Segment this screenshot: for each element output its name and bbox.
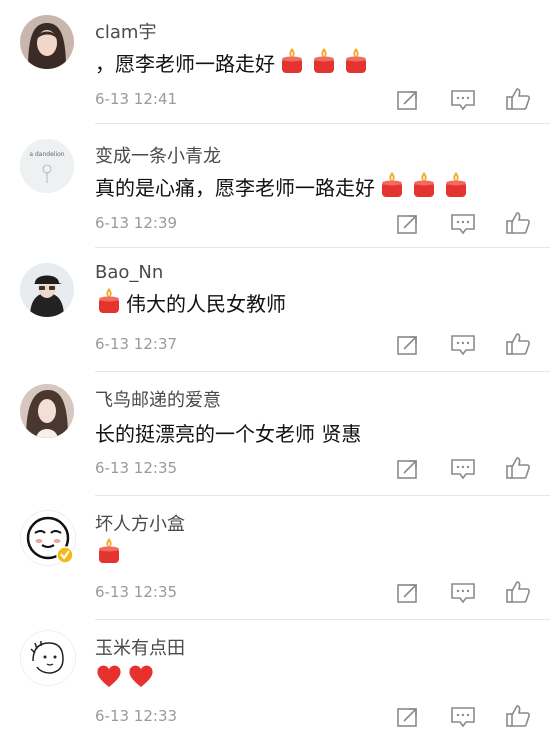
heart-emoji-icon [127, 663, 155, 694]
username[interactable]: Bao_Nn [95, 262, 163, 283]
comment-text-body: 真的是心痛，愿李老师一路走好 [95, 175, 375, 200]
avatar[interactable] [20, 630, 76, 686]
comment-text: 长的挺漂亮的一个女老师 贤惠 [95, 418, 361, 446]
comment-item: 坏人方小盒 6-13 12:35 [0, 496, 550, 620]
timestamp: 6-13 12:33 [95, 707, 178, 725]
timestamp: 6-13 12:35 [95, 459, 178, 477]
comment-text [95, 664, 155, 692]
like-icon[interactable] [505, 211, 531, 235]
timestamp: 6-13 12:35 [95, 583, 178, 601]
comment-text-body: 长的挺漂亮的一个女老师 贤惠 [95, 421, 362, 446]
timestamp: 6-13 12:41 [95, 90, 178, 108]
comment-item: Bao_Nn 伟大的人民女教师 6-13 12:37 [0, 248, 550, 372]
avatar[interactable]: a dandelion [20, 139, 74, 193]
avatar[interactable] [20, 263, 74, 317]
comment-icon[interactable] [450, 458, 476, 482]
username[interactable]: 飞鸟邮递的爱意 [95, 386, 221, 412]
share-icon[interactable] [396, 582, 422, 606]
share-icon[interactable] [396, 213, 422, 237]
comment-item: a dandelion 变成一条小青龙 真的是心痛，愿李老师一路走好 6-13 … [0, 124, 550, 248]
candle-emoji-icon [278, 46, 306, 79]
username[interactable]: 玉米有点田 [95, 634, 185, 660]
username[interactable]: 变成一条小青龙 [95, 142, 221, 168]
comment-text-body: 伟大的人民女教师 [126, 291, 286, 316]
comment-text [95, 536, 123, 569]
candle-emoji-icon [310, 46, 338, 79]
avatar[interactable] [20, 384, 74, 438]
svg-text:a dandelion: a dandelion [29, 151, 64, 158]
username[interactable]: clam宇 [95, 18, 156, 44]
avatar[interactable] [20, 15, 74, 69]
candle-emoji-icon [410, 170, 438, 203]
comment-text: ，愿李老师一路走好 [95, 46, 370, 79]
heart-emoji-icon [95, 663, 123, 694]
share-icon[interactable] [396, 334, 422, 358]
like-icon[interactable] [505, 456, 531, 480]
comment-icon[interactable] [450, 213, 476, 237]
comment-text-body: ，愿李老师一路走好 [95, 51, 275, 76]
share-icon[interactable] [396, 89, 422, 113]
like-icon[interactable] [505, 332, 531, 356]
comment-icon[interactable] [450, 89, 476, 113]
timestamp: 6-13 12:39 [95, 214, 178, 232]
comment-item: 玉米有点田 6-13 12:33 [0, 620, 550, 734]
like-icon[interactable] [505, 87, 531, 111]
comment-item: 飞鸟邮递的爱意 长的挺漂亮的一个女老师 贤惠 6-13 12:35 [0, 372, 550, 496]
like-icon[interactable] [505, 704, 531, 728]
comment-text: 真的是心痛，愿李老师一路走好 [95, 170, 470, 203]
comment-icon[interactable] [450, 582, 476, 606]
comment-icon[interactable] [450, 706, 476, 730]
share-icon[interactable] [396, 458, 422, 482]
like-icon[interactable] [505, 580, 531, 604]
comment-item: clam宇 ，愿李老师一路走好 6-13 12:41 [0, 0, 550, 124]
username[interactable]: 坏人方小盒 [95, 510, 185, 536]
candle-emoji-icon [95, 536, 123, 569]
timestamp: 6-13 12:37 [95, 335, 178, 353]
share-icon[interactable] [396, 706, 422, 730]
candle-emoji-icon [95, 286, 123, 319]
candle-emoji-icon [442, 170, 470, 203]
comment-text: 伟大的人民女教师 [95, 286, 286, 319]
candle-emoji-icon [342, 46, 370, 79]
verified-badge-icon [56, 546, 74, 564]
comment-icon[interactable] [450, 334, 476, 358]
candle-emoji-icon [378, 170, 406, 203]
